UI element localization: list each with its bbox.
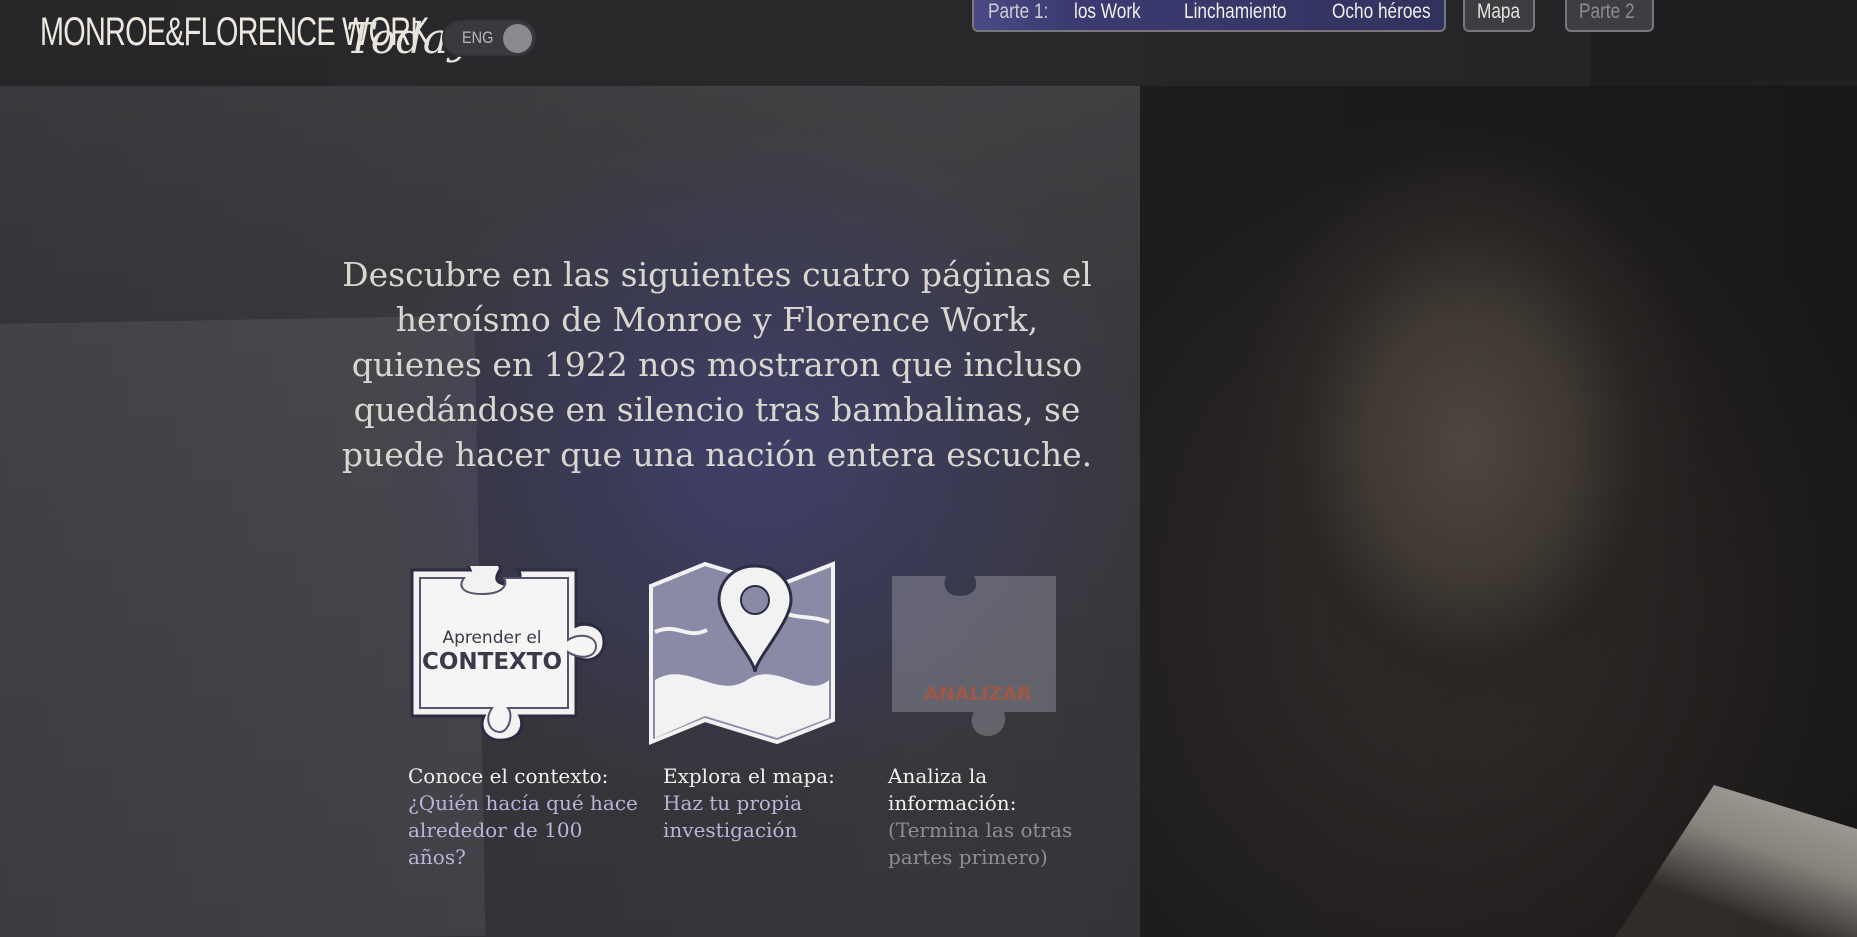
card-map-title: Explora el mapa: (663, 764, 835, 788)
nav-link-ocho-heroes[interactable]: Ocho héroes (1332, 0, 1431, 24)
map-pin-icon[interactable] (647, 560, 837, 752)
nav-link-parte-2[interactable]: Parte 2 (1565, 0, 1654, 32)
analyze-icon-label: ANALIZAR (924, 683, 1032, 705)
card-context-subtitle[interactable]: ¿Quién hacía qué hace alrededor de 100 a… (408, 790, 640, 871)
nav-mapa-label: Mapa (1477, 0, 1521, 23)
card-context-title: Conoce el contexto: (408, 764, 609, 788)
card-map[interactable]: Explora el mapa: Haz tu propia investiga… (663, 763, 853, 844)
intro-headline: Descubre en las siguientes cuatro página… (341, 255, 1093, 474)
nav-part1-group: Parte 1: los Work Linchamiento Ocho héro… (972, 0, 1446, 32)
nav-link-linchamiento[interactable]: Linchamiento (1184, 0, 1286, 24)
nav-part1-label: Parte 1: (988, 0, 1049, 23)
nav-link-mapa[interactable]: Mapa (1463, 0, 1535, 32)
nav-parte2-label: Parte 2 (1579, 0, 1635, 23)
card-analyze-subtitle: (Termina las otras partes primero) (888, 818, 1073, 869)
card-context[interactable]: Conoce el contexto: ¿Quién hacía qué hac… (408, 763, 640, 871)
context-icon-line2: CONTEXTO (422, 649, 562, 675)
analyze-puzzle-icon[interactable]: ANALIZAR (888, 572, 1063, 742)
card-analyze-title: Analiza la información: (888, 764, 1017, 815)
card-map-subtitle[interactable]: Haz tu propia investigación (663, 790, 853, 844)
context-puzzle-icon[interactable]: Aprender el CONTEXTO (408, 566, 608, 744)
card-analyze: Analiza la información: (Termina las otr… (888, 763, 1088, 871)
language-toggle-label: ENG (462, 28, 494, 47)
language-toggle[interactable]: ENG (442, 19, 537, 57)
toggle-knob (503, 24, 532, 53)
nav-link-los-work[interactable]: los Work (1074, 0, 1141, 24)
context-icon-line1: Aprender el (442, 628, 541, 648)
